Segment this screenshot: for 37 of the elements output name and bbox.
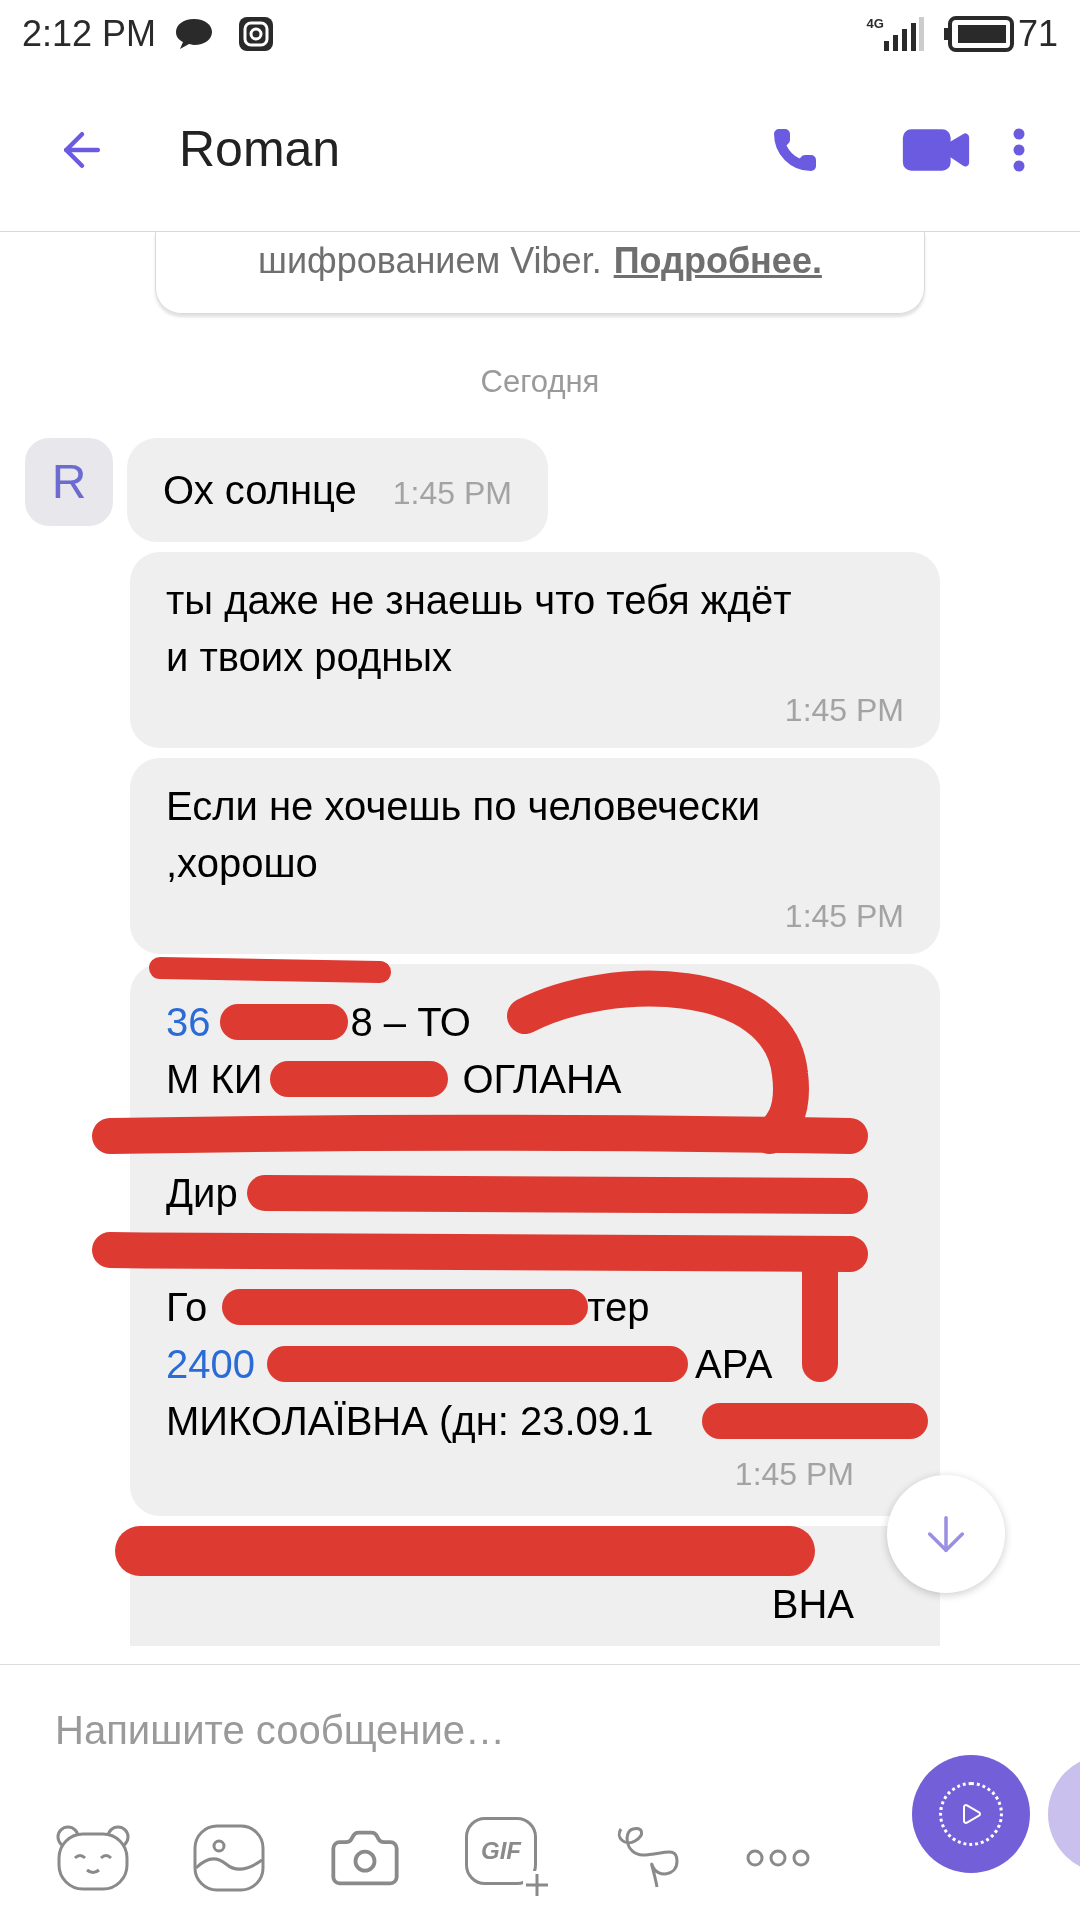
message-text-fragment: Дир [166, 1170, 238, 1217]
message-text-fragment: Го [166, 1284, 208, 1331]
message-text-fragment: М КИ [166, 1056, 263, 1103]
contact-name: Roman [179, 120, 341, 179]
sticker-face-icon[interactable] [55, 1824, 131, 1892]
signal-icon [883, 17, 924, 51]
message-text-fragment: ОГЛАНА [462, 1056, 622, 1103]
status-time: 2:12 PM [22, 12, 157, 56]
message-time: 1:45 PM [784, 896, 904, 936]
more-options-icon[interactable] [745, 1848, 811, 1868]
battery-level: 71 [1017, 12, 1058, 56]
message-input[interactable]: Напишите сообщение… [55, 1695, 855, 1765]
scroll-down-button[interactable] [887, 1475, 1005, 1593]
phone-link[interactable]: 36 [166, 992, 211, 1052]
camera-app-icon [238, 16, 275, 52]
image-icon[interactable] [193, 1824, 265, 1892]
battery-icon [943, 16, 1014, 52]
avatar[interactable]: R [25, 437, 113, 526]
message-text-fragment: ВНА [771, 1580, 854, 1628]
more-menu-button[interactable] [1013, 127, 1025, 172]
message-text-fragment: МИКОЛАЇВНА (дн: 23.09.1 [166, 1398, 654, 1445]
message-text: Ох солнце [163, 466, 357, 514]
message-time: 1:45 PM [392, 473, 512, 513]
message-text-fragment: 8 – ТО [350, 999, 471, 1046]
message-text-fragment: тер [587, 1284, 650, 1331]
phone-link[interactable]: 2400 [166, 1334, 255, 1394]
message-text: ты даже не знаешь что тебя ждёт и твоих родных [166, 576, 793, 681]
more-icon [1013, 127, 1025, 172]
message-text-fragment: АРА [695, 1341, 773, 1388]
date-divider: Сегодня [480, 363, 600, 401]
message-time: 1:45 PM [784, 690, 904, 730]
encryption-notice: шифрованием Viber. [258, 239, 602, 283]
learn-more-link[interactable]: Подробнее. [613, 234, 822, 288]
message-text: Если не хочешь по человечески ,хорошо [166, 782, 761, 887]
message-time: 1:45 PM [734, 1454, 854, 1494]
chat-bubble-icon [174, 17, 215, 51]
network-type: 4G [866, 15, 884, 33]
